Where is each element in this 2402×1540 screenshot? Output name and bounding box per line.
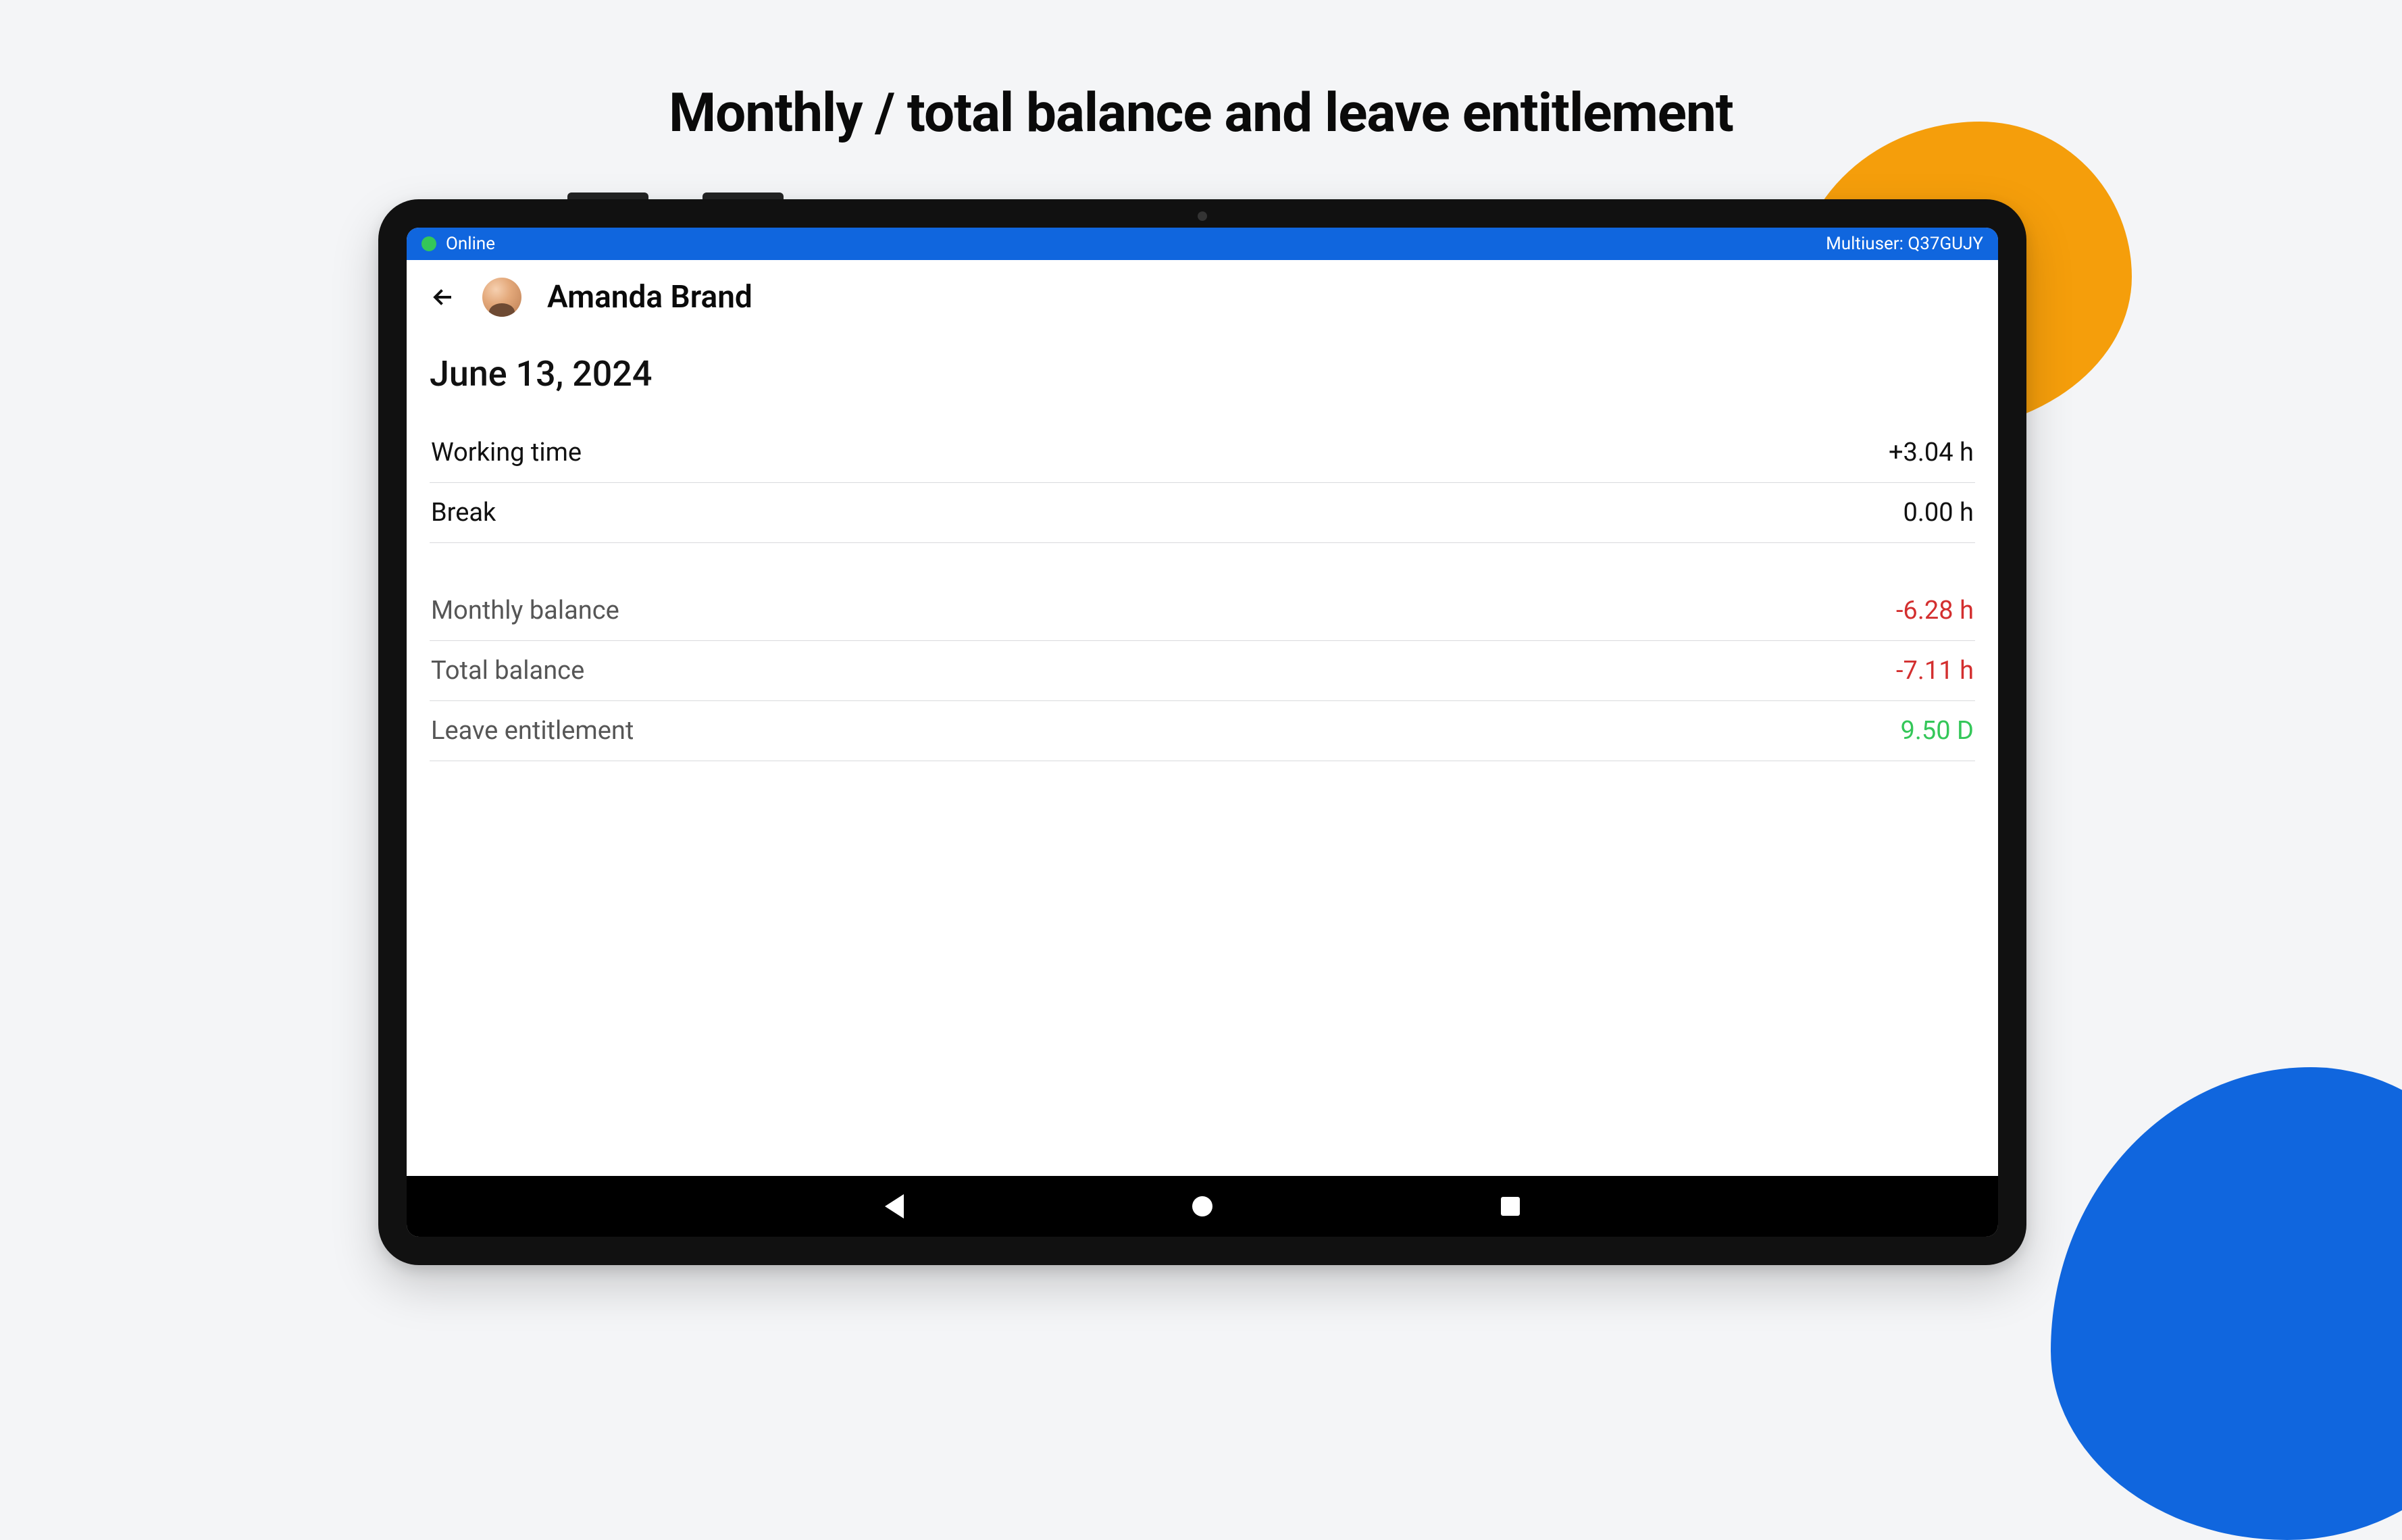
- row-total-balance: Total balance -7.11 h: [430, 641, 1975, 701]
- row-label: Monthly balance: [431, 596, 619, 625]
- app-screen: Online Multiuser: Q37GUJY Amanda Brand J…: [407, 228, 1998, 1237]
- tablet-frame: Online Multiuser: Q37GUJY Amanda Brand J…: [378, 199, 2026, 1265]
- nav-recent-button[interactable]: [1498, 1194, 1523, 1218]
- row-label: Working time: [431, 438, 582, 467]
- arrow-left-icon: [431, 285, 455, 309]
- row-value: -7.11 h: [1896, 656, 1974, 686]
- tablet-camera: [1198, 211, 1207, 221]
- row-working-time: Working time +3.04 h: [430, 423, 1975, 483]
- row-value: 0.00 h: [1903, 498, 1974, 528]
- balances-group: Monthly balance -6.28 h Total balance -7…: [430, 581, 1975, 761]
- circle-home-icon: [1192, 1196, 1212, 1216]
- status-bar: Online Multiuser: Q37GUJY: [407, 228, 1998, 260]
- row-value: 9.50 D: [1901, 716, 1974, 746]
- page-title: Monthly / total balance and leave entitl…: [0, 81, 2402, 145]
- daily-group: Working time +3.04 h Break 0.00 h: [430, 423, 1975, 543]
- row-monthly-balance: Monthly balance -6.28 h: [430, 581, 1975, 641]
- row-label: Total balance: [431, 656, 584, 686]
- decor-blob-blue: [2051, 1067, 2402, 1540]
- android-nav-bar: [407, 1176, 1998, 1237]
- row-label: Break: [431, 498, 496, 528]
- row-value: +3.04 h: [1889, 438, 1974, 467]
- user-name: Amanda Brand: [547, 279, 752, 315]
- online-label: Online: [446, 234, 495, 254]
- multiuser-label: Multiuser: Q37GUJY: [1826, 234, 1983, 254]
- app-header: Amanda Brand: [407, 260, 1998, 334]
- nav-home-button[interactable]: [1190, 1194, 1215, 1218]
- back-button[interactable]: [430, 284, 457, 311]
- avatar: [482, 278, 521, 317]
- date-heading: June 13, 2024: [430, 353, 1975, 394]
- triangle-back-icon: [885, 1194, 904, 1218]
- row-break: Break 0.00 h: [430, 483, 1975, 543]
- row-value: -6.28 h: [1896, 596, 1974, 625]
- content-area: June 13, 2024 Working time +3.04 h Break…: [407, 334, 1998, 1176]
- nav-back-button[interactable]: [882, 1194, 906, 1218]
- row-leave-entitlement: Leave entitlement 9.50 D: [430, 701, 1975, 761]
- square-recent-icon: [1501, 1197, 1520, 1216]
- status-left: Online: [421, 234, 495, 254]
- online-indicator-icon: [421, 236, 436, 251]
- row-label: Leave entitlement: [431, 716, 634, 746]
